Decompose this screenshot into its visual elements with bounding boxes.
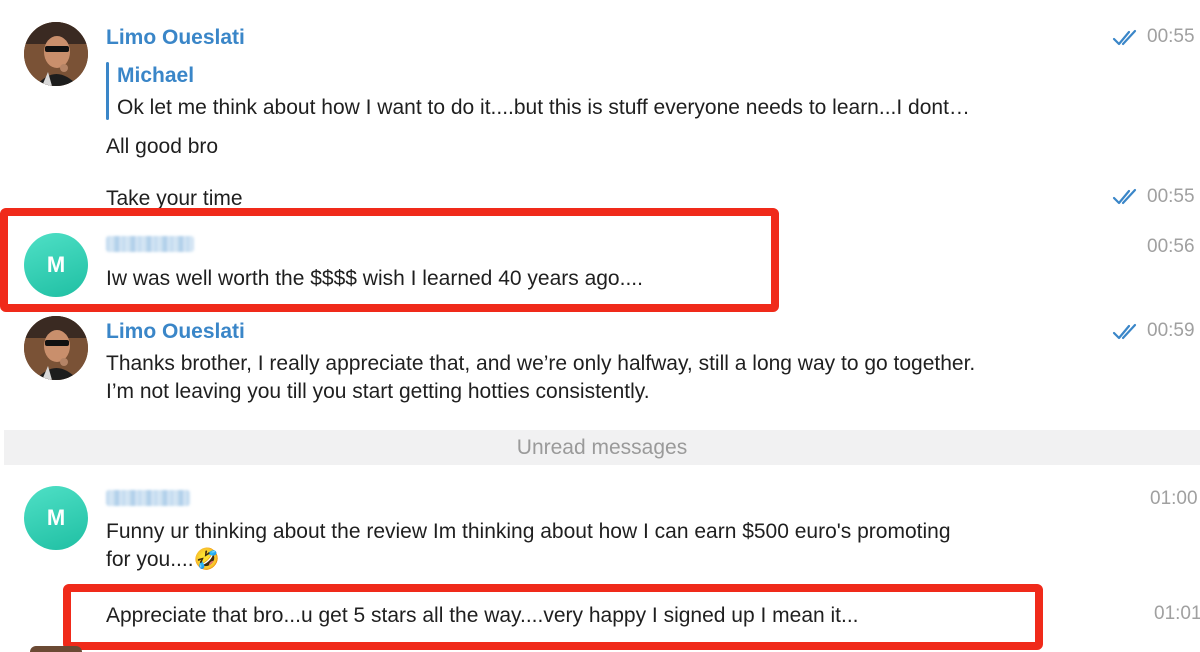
sender-avatar[interactable] — [24, 316, 88, 380]
double-check-icon — [1112, 323, 1137, 340]
message-text: Thanks brother, I really appreciate that… — [106, 352, 976, 375]
reply-sender-name[interactable]: Michael — [117, 64, 194, 88]
sender-avatar[interactable] — [24, 22, 88, 86]
unread-divider-label: Unread messages — [516, 435, 688, 459]
message-time: 00:55 — [1147, 26, 1195, 47]
sender-name[interactable]: Limo Oueslati — [106, 320, 245, 344]
message-time: 00:59 — [1147, 320, 1195, 341]
double-check-icon — [1112, 188, 1137, 205]
sender-name[interactable]: Limo Oueslati — [106, 26, 245, 50]
message-time: 00:56 — [1147, 236, 1195, 257]
sender-avatar[interactable] — [30, 646, 82, 652]
reply-quote-text[interactable]: Ok let me think about how I want to do i… — [117, 94, 970, 122]
avatar-photo-icon — [24, 316, 88, 380]
unread-divider: Unread messages — [4, 430, 1200, 465]
double-check-icon — [1112, 29, 1137, 46]
highlight-box — [63, 584, 1043, 650]
sender-avatar[interactable]: M — [24, 486, 88, 550]
message-text: All good bro — [106, 135, 219, 158]
message-time: 00:55 — [1147, 186, 1195, 207]
message-text: I’m not leaving you till you start getti… — [106, 380, 650, 403]
blurred-sender-name — [106, 490, 190, 506]
message-text: Funny ur thinking about the review Im th… — [106, 520, 951, 543]
reply-quote-bar — [106, 62, 109, 120]
message-time: 01:00 — [1150, 488, 1198, 509]
chat-view: Limo Oueslati 00:55 Michael Ok let me th… — [0, 0, 1200, 652]
highlight-box — [0, 208, 779, 312]
message-text: for you....🤣 — [106, 548, 220, 571]
message-time: 01:01 — [1154, 603, 1200, 624]
avatar-photo-icon — [24, 22, 88, 86]
